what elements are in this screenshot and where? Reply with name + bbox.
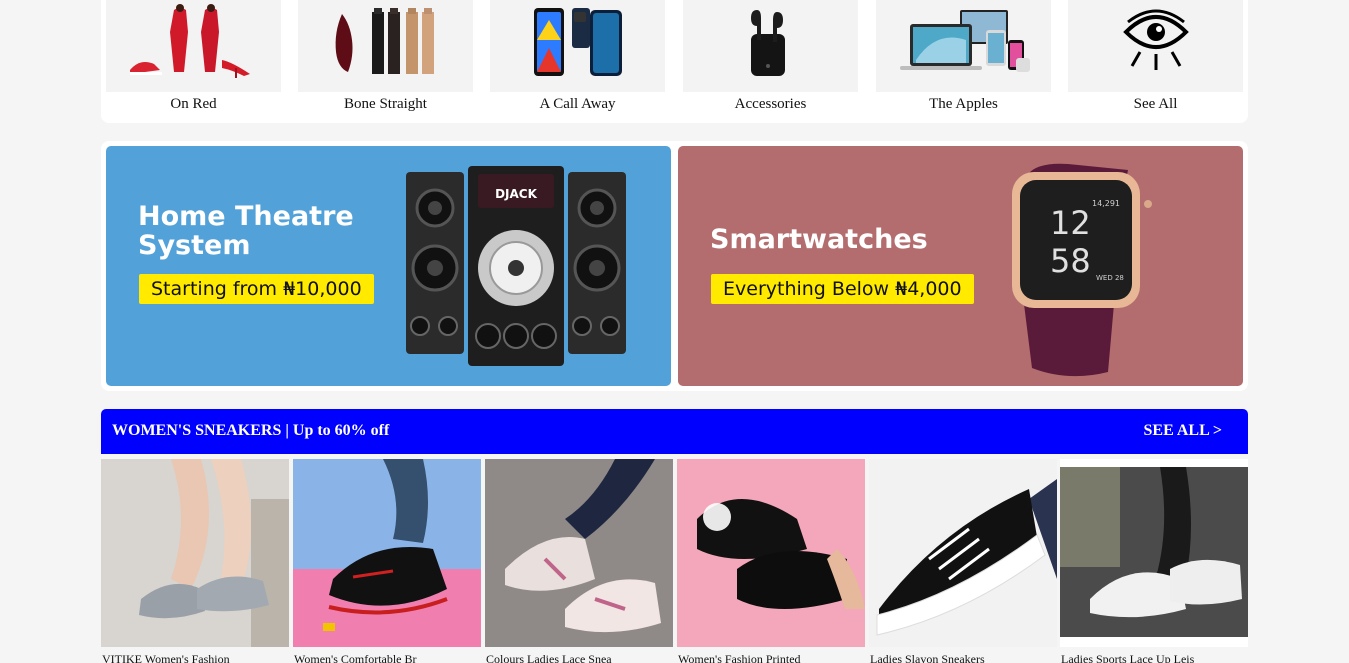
banner-headline-line-1: Home Theatre [138, 201, 354, 232]
speaker-system-icon: DJACK [406, 166, 626, 366]
product-row: VITIKE Women's Fashion Women's Comfortab… [101, 459, 1248, 663]
apple-devices-icon [876, 0, 1051, 92]
category-thumb [490, 0, 665, 92]
category-thumb [106, 0, 281, 92]
category-label: Bone Straight [344, 96, 427, 112]
earbuds-icon [683, 0, 858, 92]
category-label: Accessories [734, 96, 807, 112]
watch-date: WED 28 [1096, 274, 1124, 282]
category-strip: On Red Bone Straight A Call Away Accesso… [101, 0, 1248, 123]
product-image [293, 459, 481, 647]
see-all-link[interactable]: SEE ALL > [1144, 422, 1223, 440]
category-label: On Red [170, 96, 217, 112]
home-theatre-banner[interactable]: Home Theatre System Starting from ₦10,00… [106, 146, 671, 386]
category-label: See All [1133, 96, 1178, 112]
banner-headline: Home Theatre System [138, 202, 354, 260]
product-image [869, 459, 1057, 647]
category-label: A Call Away [539, 96, 616, 112]
product-name: VITIKE Women's Fashion [102, 652, 230, 663]
product-card[interactable]: VITIKE Women's Fashion [101, 459, 289, 663]
category-label: The Apples [929, 96, 998, 112]
black-white-sneaker-image [869, 459, 1057, 647]
red-dress-icon [106, 0, 281, 92]
banner-headline-line-2: System [138, 230, 251, 261]
section-title: WOMEN'S SNEAKERS | Up to 60% off [112, 422, 390, 439]
product-name: Colours Ladies Lace Snea [486, 652, 612, 663]
banner-headline: Smartwatches [710, 224, 928, 255]
white-sneaker-image [1060, 459, 1248, 647]
category-bone-straight[interactable]: Bone Straight [298, 0, 473, 123]
smartphone-icon [490, 0, 665, 92]
category-a-call-away[interactable]: A Call Away [490, 0, 665, 123]
smartwatch-icon: 12 58 14,291 WED 28 [1012, 163, 1152, 377]
product-card[interactable]: Women's Fashion Printed [677, 459, 865, 663]
product-name: Ladies Slavon Sneakers [870, 652, 985, 663]
speaker-brand-label: DJACK [495, 187, 538, 201]
banner-price-pill: Everything Below ₦4,000 [711, 274, 974, 304]
black-fluffy-sneaker-image [677, 459, 865, 647]
smartwatches-banner[interactable]: Smartwatches Everything Below ₦4,000 12 … [678, 146, 1243, 386]
watch-steps: 14,291 [1092, 199, 1120, 208]
banner-price-pill: Starting from ₦10,000 [139, 274, 374, 304]
promo-banners: Home Theatre System Starting from ₦10,00… [101, 141, 1248, 391]
product-card[interactable]: Women's Comfortable Br [293, 459, 481, 663]
category-on-red[interactable]: On Red [106, 0, 281, 123]
category-thumb [876, 0, 1051, 92]
category-the-apples[interactable]: The Apples [876, 0, 1051, 123]
black-red-sneaker-image [293, 459, 481, 647]
product-image [101, 459, 289, 647]
category-thumb [683, 0, 858, 92]
womens-sneakers-header: WOMEN'S SNEAKERS | Up to 60% off SEE ALL… [101, 409, 1248, 454]
category-thumb [298, 0, 473, 92]
grey-sneaker-image [101, 459, 289, 647]
hair-bundle-icon [298, 0, 473, 92]
product-card[interactable]: Ladies Slavon Sneakers [869, 459, 1057, 663]
product-name: Women's Fashion Printed [678, 652, 801, 663]
product-card[interactable]: Colours Ladies Lace Snea [485, 459, 673, 663]
product-image [1060, 459, 1248, 647]
product-name: Ladies Sports Lace Up Leis [1061, 652, 1195, 663]
watch-minute: 58 [1050, 242, 1091, 280]
product-card[interactable]: Ladies Sports Lace Up Leis [1060, 459, 1248, 663]
eye-icon [1068, 0, 1243, 92]
category-thumb [1068, 0, 1243, 92]
category-see-all[interactable]: See All [1068, 0, 1243, 123]
product-name: Women's Comfortable Br [294, 652, 417, 663]
category-accessories[interactable]: Accessories [683, 0, 858, 123]
product-image [677, 459, 865, 647]
watch-hour: 12 [1050, 204, 1091, 242]
product-image [485, 459, 673, 647]
pink-sneaker-image [485, 459, 673, 647]
